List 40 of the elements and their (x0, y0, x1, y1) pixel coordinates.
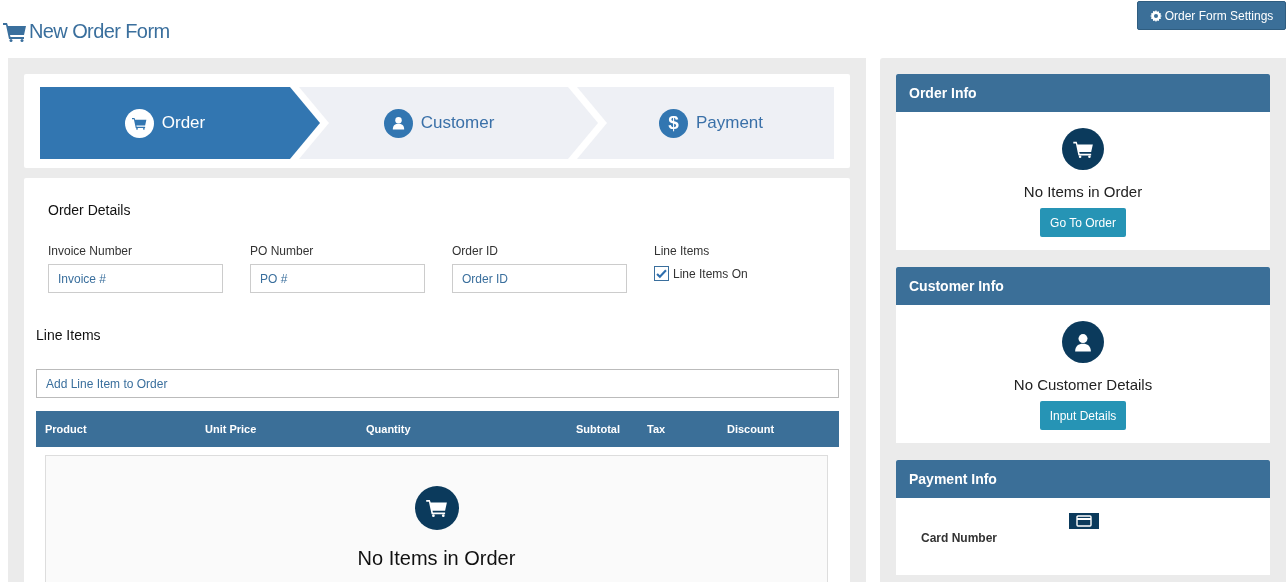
cart-icon (3, 21, 27, 42)
column-header: Quantity (366, 423, 412, 435)
user-icon (1062, 321, 1104, 363)
status-message: No Customer Details (1013, 376, 1153, 393)
column-header: Discount (727, 423, 776, 435)
settings-button[interactable]: Order Form Settings (1137, 1, 1286, 30)
add-item-field[interactable]: Add Line Item to Order (36, 369, 839, 398)
card-header: Order Info (896, 74, 1270, 112)
field-label: Card Number (921, 531, 998, 547)
text-field[interactable]: Invoice # (48, 264, 223, 293)
column-header: Subtotal (576, 423, 621, 435)
card-header: Payment Info (896, 460, 1270, 498)
field-label: Line Items (654, 244, 711, 258)
card-header: Customer Info (896, 267, 1270, 305)
cart-icon (124, 108, 154, 138)
page-title: New Order Form (3, 20, 170, 43)
field-label: Invoice Number (48, 244, 134, 258)
field-label: PO Number (250, 244, 315, 258)
field-label: Order ID (452, 244, 499, 258)
empty-message: No Items in Order (357, 547, 516, 570)
step-tab[interactable]: $ Payment (568, 87, 834, 159)
settings-icon (1149, 9, 1162, 22)
column-header: Unit Price (205, 423, 258, 435)
status-message: No Items in Order (1023, 183, 1143, 200)
column-header: Product (45, 423, 88, 435)
credit-card-icon (1069, 513, 1099, 529)
column-header: Tax (647, 423, 667, 435)
cart-icon (1062, 128, 1104, 170)
action-button[interactable]: Input Details (1039, 401, 1127, 430)
section-heading: Order Details (48, 202, 132, 218)
step-arrow-drawing (290, 87, 330, 159)
action-button[interactable]: Go To Order (1040, 208, 1126, 237)
dollar-icon: $ (658, 108, 688, 138)
checkbox[interactable] (654, 266, 669, 281)
cart-icon (414, 486, 459, 530)
checkbox-label: Line Items On (673, 266, 748, 281)
user-icon (383, 108, 413, 138)
section-heading: Line Items (36, 327, 102, 343)
text-field[interactable]: Order ID (452, 264, 627, 293)
text-field[interactable]: PO # (250, 264, 425, 293)
